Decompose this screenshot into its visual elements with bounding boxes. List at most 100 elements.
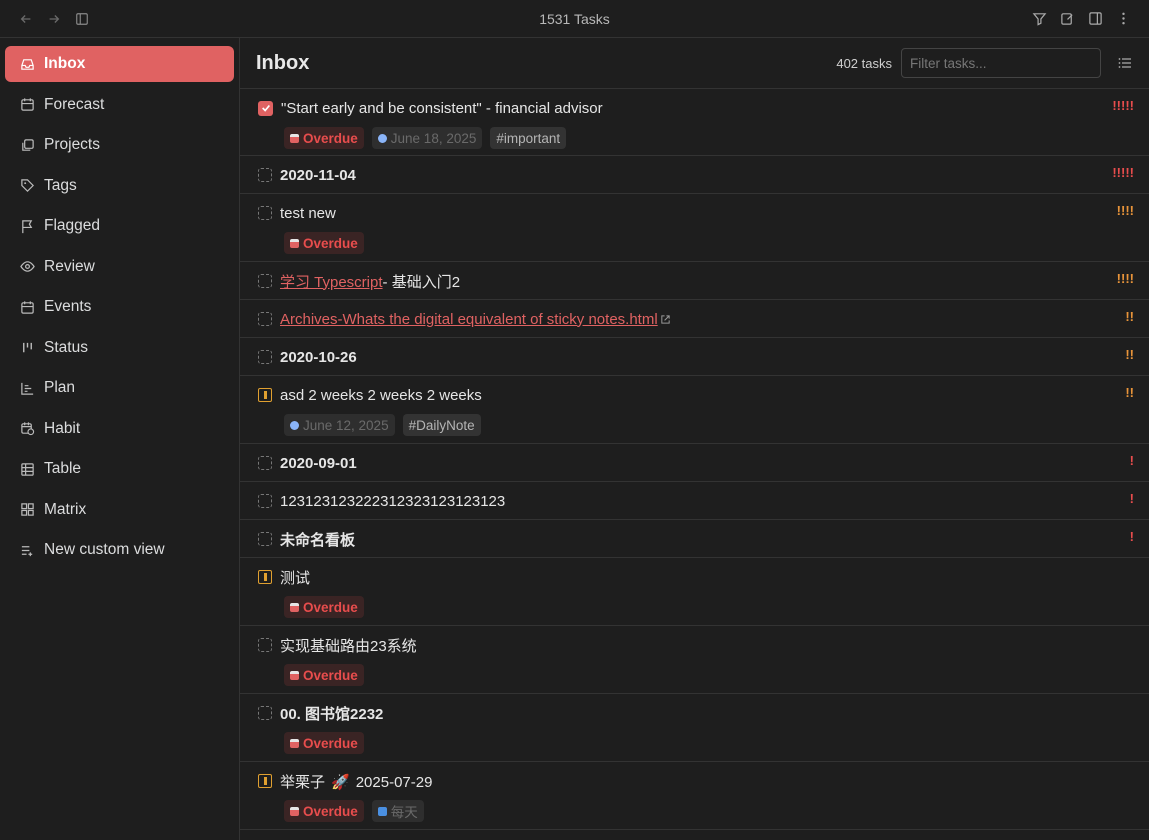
list-view-icon[interactable] (1117, 55, 1133, 71)
sidebar-item-label: Status (44, 338, 88, 356)
task-title: Archives-Whats the digital equivalent of… (280, 311, 671, 328)
tag-badge[interactable]: #important (490, 127, 567, 149)
task-checkbox[interactable] (258, 312, 272, 326)
title-bar: 1531 Tasks (0, 0, 1149, 38)
sidebar-item-plan[interactable]: Plan (5, 370, 234, 406)
sidebar-item-table[interactable]: Table (5, 451, 234, 487)
task-item[interactable]: "Start early and be consistent" - financ… (240, 89, 1149, 156)
task-item[interactable]: 2020-09-01 ! (240, 444, 1149, 482)
task-list: "Start early and be consistent" - financ… (240, 89, 1149, 840)
priority-indicator: ! (1129, 453, 1134, 468)
sidebar-item-inbox[interactable]: Inbox (5, 46, 234, 82)
window-title: 1531 Tasks (539, 10, 610, 27)
calendar-icon (21, 300, 34, 314)
eye-icon (20, 261, 35, 272)
task-checkbox[interactable] (258, 638, 272, 652)
task-item[interactable]: 实现基础路由23系统 Overdue (240, 626, 1149, 694)
task-title: 举栗子 🚀 2025-07-29 (280, 771, 432, 792)
repeat-badge: 每天 (371, 800, 424, 822)
task-item[interactable]: test new !!!! Overdue (240, 194, 1149, 262)
main-panel: Inbox 402 tasks "Start early and be cons… (240, 38, 1149, 840)
back-arrow-icon[interactable] (18, 11, 34, 27)
filter-input[interactable] (901, 48, 1101, 78)
task-item[interactable]: 2020-11-04 !!!!! (240, 156, 1149, 194)
overdue-label: Overdue (303, 803, 358, 819)
date-badge: June 12, 2025 (284, 414, 395, 436)
sidebar-item-label: Tags (44, 176, 77, 194)
tag-badge[interactable]: #DailyNote (402, 414, 481, 436)
date-badge: June 18, 2025 (371, 127, 483, 149)
task-link[interactable]: 学习 Typescript (280, 274, 383, 291)
task-checkbox[interactable] (258, 774, 272, 788)
task-item[interactable]: Archives-Whats the digital equivalent of… (240, 300, 1149, 338)
repeat-label: 每天 (390, 805, 418, 820)
calendar-icon (290, 806, 299, 816)
sidebar-item-label: New custom view (44, 541, 165, 558)
task-title: 2020-10-26 (280, 348, 357, 366)
task-checkbox[interactable] (258, 168, 272, 182)
overdue-badge: Overdue (284, 232, 364, 254)
priority-indicator: !!!!! (1112, 98, 1134, 113)
calendar-clock-icon (21, 422, 35, 436)
sidebar-item-label: Forecast (44, 95, 105, 113)
overdue-badge: Overdue (284, 127, 364, 149)
overdue-badge: Overdue (284, 800, 364, 822)
task-checkbox[interactable] (258, 388, 272, 402)
task-item[interactable]: 测试 Overdue (240, 558, 1149, 626)
task-checkbox[interactable] (258, 494, 272, 508)
task-item[interactable]: 00. 图书馆2232 Overdue (240, 694, 1149, 762)
sidebar-toggle-icon[interactable] (74, 11, 90, 27)
sidebar-item-projects[interactable]: Projects (5, 127, 234, 163)
sidebar-item-review[interactable]: Review (5, 249, 234, 285)
overdue-label: Overdue (303, 235, 358, 251)
panel-toggle-icon[interactable] (1087, 11, 1103, 27)
priority-indicator: !! (1125, 385, 1134, 400)
task-title: 2020-11-04 (280, 166, 356, 184)
priority-indicator: !! (1125, 347, 1134, 362)
task-item[interactable]: 举栗子 🚀 2025-07-29 Overdue 每天 (240, 762, 1149, 830)
task-title: 00. 图书馆2232 (280, 705, 384, 723)
task-item[interactable]: 未命名看板 ! (240, 520, 1149, 558)
sidebar-item-status[interactable]: Status (5, 330, 234, 366)
task-item[interactable]: asd 2 weeks 2 weeks 2 weeks !! June 12, … (240, 376, 1149, 444)
task-checkbox[interactable] (258, 274, 272, 288)
sidebar-item-habit[interactable]: Habit (5, 411, 234, 447)
forward-arrow-icon[interactable] (46, 11, 62, 27)
task-checkbox[interactable] (258, 456, 272, 470)
sidebar-item-forecast[interactable]: Forecast (5, 87, 234, 123)
task-checkbox[interactable] (258, 100, 273, 116)
repeat-icon (377, 806, 387, 816)
overdue-label: Overdue (303, 667, 358, 683)
task-checkbox[interactable] (258, 350, 272, 364)
edit-icon[interactable] (1059, 11, 1075, 27)
priority-indicator: !!!! (1116, 203, 1134, 218)
calendar-icon (290, 238, 299, 248)
sidebar-item-new-custom-view[interactable]: New custom view (5, 532, 234, 568)
overdue-label: Overdue (303, 735, 358, 751)
task-count: 402 tasks (836, 55, 892, 71)
task-checkbox[interactable] (258, 706, 272, 720)
list-plus-icon (21, 545, 33, 556)
task-item[interactable]: 学习 Typescript- 基础入门2 !!!! (240, 262, 1149, 300)
task-title: test new (280, 204, 336, 222)
sidebar-item-tags[interactable]: Tags (5, 168, 234, 204)
sidebar-item-flagged[interactable]: Flagged (5, 208, 234, 244)
sidebar-item-label: Projects (44, 136, 100, 153)
sidebar-item-events[interactable]: Events (5, 289, 234, 325)
sidebar-item-label: Table (44, 460, 82, 477)
grid-icon (21, 503, 34, 516)
task-item[interactable]: 2020-10-26 !! (240, 338, 1149, 376)
sidebar-item-label: Review (44, 257, 95, 275)
sidebar-item-matrix[interactable]: Matrix (5, 492, 234, 528)
task-title: 实现基础路由23系统 (280, 637, 417, 655)
task-checkbox[interactable] (258, 532, 272, 546)
calendar-icon (290, 670, 299, 680)
task-checkbox[interactable] (258, 206, 272, 220)
task-title: 测试 (280, 569, 311, 587)
task-checkbox[interactable] (258, 570, 272, 584)
filter-icon[interactable] (1031, 11, 1047, 27)
task-link[interactable]: Archives-Whats the digital equivalent of… (280, 311, 658, 328)
priority-indicator: !! (1125, 309, 1134, 324)
more-options-icon[interactable] (1115, 11, 1131, 27)
task-item[interactable]: 123123123222312323123123123 ! (240, 482, 1149, 520)
